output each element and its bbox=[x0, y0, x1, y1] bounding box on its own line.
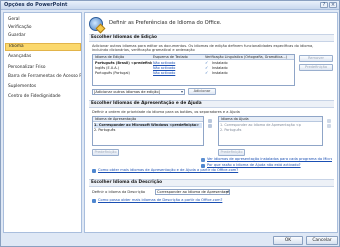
screentip-label: Definir o idioma da Descrição bbox=[92, 190, 146, 194]
list-item[interactable]: 2. Português bbox=[94, 128, 202, 133]
row-language: Português (Portugal) bbox=[95, 71, 130, 75]
help-button[interactable]: ? bbox=[320, 2, 328, 8]
help-order-arrows bbox=[326, 119, 333, 129]
sidebar-item-geral[interactable]: Geral bbox=[5, 16, 81, 24]
display-default-button[interactable]: Predefinição bbox=[92, 149, 119, 156]
main-panel: Definir as Preferências de Idioma do Off… bbox=[84, 12, 338, 233]
sidebar-item-verificacao[interactable]: Verificação bbox=[5, 24, 81, 32]
move-down-icon[interactable] bbox=[208, 124, 212, 128]
more-screentip-languages-link[interactable]: Como posso obter mais idiomas de Descriç… bbox=[98, 198, 328, 203]
display-description: Definir a ordem de prioridade do idioma … bbox=[92, 110, 240, 114]
sidebar-item-barra-acesso-rapido[interactable]: Barra de Ferramentas de Acesso Rápido bbox=[5, 73, 81, 81]
close-button[interactable]: × bbox=[329, 2, 337, 8]
ok-button[interactable]: OK bbox=[273, 236, 303, 245]
help-not-active-link[interactable]: Por que razão o Idioma de Ajuda não está… bbox=[207, 163, 332, 168]
add-editing-language-dropdown[interactable]: [Adicionar outros idiomas de edição] bbox=[92, 89, 185, 95]
sidebar-item-suplementos[interactable]: Suplementos bbox=[5, 83, 81, 91]
screentip-language-dropdown[interactable]: Corresponder ao Idioma de Apresentação bbox=[155, 189, 230, 195]
row-keyboard-link[interactable]: Não activado bbox=[153, 71, 198, 76]
move-down-icon[interactable] bbox=[327, 124, 331, 128]
globe-language-icon bbox=[89, 17, 103, 31]
editing-languages-table: Idioma de Edição Esquema de Teclado Veri… bbox=[92, 54, 295, 86]
move-up-icon[interactable] bbox=[327, 119, 331, 123]
move-up-icon[interactable] bbox=[208, 119, 212, 123]
list-item[interactable]: 2. Português bbox=[220, 128, 321, 133]
editing-section-title: Escolher Idiomas de Edição bbox=[89, 34, 334, 42]
add-language-button[interactable]: Adicionar bbox=[188, 88, 216, 95]
more-display-languages-link[interactable]: Como obter mais idiomas de Apresentação … bbox=[98, 168, 328, 173]
info-icon bbox=[201, 158, 205, 162]
display-list-header: Idioma de Apresentação bbox=[93, 117, 203, 122]
sidebar-item-idioma[interactable]: Idioma bbox=[5, 43, 81, 51]
editing-description: Adicionar outros idiomas para editar os … bbox=[92, 44, 314, 53]
page-header: Definir as Preferências de Idioma do Off… bbox=[109, 20, 222, 26]
sidebar: Geral Verificação Guardar Idioma Avançad… bbox=[3, 12, 82, 233]
title-bar: Opções do PowerPoint ? × bbox=[1, 1, 339, 10]
help-icon bbox=[92, 169, 96, 173]
help-language-list: Idioma da Ajuda 1. Corresponder ao Idiom… bbox=[218, 116, 323, 146]
remove-language-button[interactable]: Remover bbox=[299, 55, 333, 62]
col-proofing: Verificação Linguística (Ortografia, Gra… bbox=[205, 55, 287, 59]
display-order-arrows bbox=[207, 119, 214, 129]
help-list-header: Idioma da Ajuda bbox=[219, 117, 322, 122]
view-display-languages-link[interactable]: Ver idiomas de apresentação instalados p… bbox=[207, 157, 332, 162]
sidebar-item-centro-fidedignidade[interactable]: Centro de Fidedignidade bbox=[5, 93, 81, 101]
window-title: Opções do PowerPoint bbox=[4, 2, 68, 8]
editing-table-header: Idioma de Edição Esquema de Teclado Veri… bbox=[93, 55, 294, 60]
set-default-language-button[interactable]: Predefinição bbox=[299, 64, 333, 71]
options-dialog: Opções do PowerPoint ? × Geral Verificaç… bbox=[0, 0, 340, 247]
col-keyboard: Esquema de Teclado bbox=[153, 55, 188, 59]
sidebar-item-personalizar-friso[interactable]: Personalizar Friso bbox=[5, 64, 81, 72]
screentip-section-title: Escolher Idioma da Descrição bbox=[89, 179, 334, 187]
help-default-button[interactable]: Predefinição bbox=[218, 149, 245, 156]
sidebar-item-avancadas[interactable]: Avançadas bbox=[5, 53, 81, 61]
display-section-title: Escolher Idiomas de Apresentação e de Aj… bbox=[89, 100, 334, 108]
display-language-list: Idioma de Apresentação 1. Corresponder a… bbox=[92, 116, 204, 146]
help-icon bbox=[92, 199, 96, 203]
col-editing-language: Idioma de Edição bbox=[95, 55, 125, 59]
cancel-button[interactable]: Cancelar bbox=[306, 236, 338, 245]
help-icon bbox=[201, 164, 205, 168]
sidebar-item-guardar[interactable]: Guardar bbox=[5, 32, 81, 40]
checkmark-icon: ✓ bbox=[205, 70, 209, 75]
row-proofing: Instalado bbox=[212, 71, 228, 75]
table-row[interactable]: Português (Portugal) Não activado ✓ Inst… bbox=[93, 71, 294, 76]
